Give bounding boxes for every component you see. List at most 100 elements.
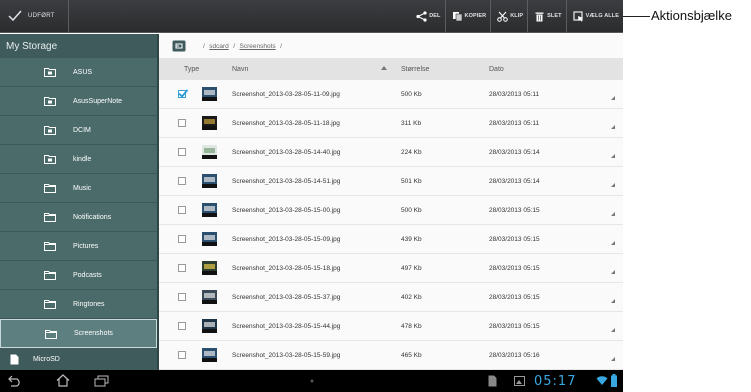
- file-date: 28/03/2013 05:15: [489, 207, 540, 214]
- sidebar-item-asus[interactable]: ASUS: [0, 58, 157, 87]
- cut-button[interactable]: KLIP: [490, 0, 527, 32]
- table-row[interactable]: Screenshot_2013-03-28-05-15-37.jpg 402 Kb…: [159, 283, 623, 312]
- image-thumbnail-icon: [202, 203, 217, 217]
- row-corner-indicator: [611, 328, 615, 332]
- file-date: 28/03/2013 05:15: [489, 265, 540, 272]
- file-list-pane: / sdcard / Screenshots / Type Navn Størr…: [159, 34, 623, 370]
- file-date: 28/03/2013 05:15: [489, 236, 540, 243]
- image-thumbnail-icon: [202, 232, 217, 246]
- table-row[interactable]: Screenshot_2013-03-28-05-11-18.jpg 311 Kb…: [159, 109, 623, 138]
- table-row[interactable]: Screenshot_2013-03-28-05-15-00.jpg 500 Kb…: [159, 196, 623, 225]
- column-date[interactable]: Dato: [489, 66, 504, 73]
- file-name: Screenshot_2013-03-28-05-11-18.jpg: [232, 120, 340, 127]
- file-date: 28/03/2013 05:14: [489, 178, 540, 185]
- row-checkbox[interactable]: [178, 89, 188, 98]
- file-date: 28/03/2013 05:16: [489, 352, 540, 359]
- sidebar-item-ringtones[interactable]: Ringtones: [0, 290, 157, 319]
- table-row[interactable]: Screenshot_2013-03-28-05-15-09.jpg 439 Kb…: [159, 225, 623, 254]
- table-row[interactable]: Screenshot_2013-03-28-05-14-51.jpg 501 Kb…: [159, 167, 623, 196]
- sidebar-item-music[interactable]: Music: [0, 174, 157, 203]
- file-size: 497 Kb: [401, 265, 422, 272]
- breadcrumb-sep: /: [280, 42, 282, 50]
- folder-icon: [44, 271, 56, 280]
- wifi-icon: [596, 376, 608, 385]
- menu-dot-icon[interactable]: [310, 379, 314, 383]
- sidebar-item-screenshots[interactable]: Screenshots: [0, 319, 157, 348]
- file-name: Screenshot_2013-03-28-05-11-09.jpg: [232, 91, 340, 98]
- trash-icon: [535, 12, 544, 21]
- row-corner-indicator: [611, 183, 615, 187]
- share-icon: [416, 10, 427, 22]
- select-all-button[interactable]: VÆLG ALLE: [565, 0, 623, 32]
- sidebar-item-label: AsusSuperNote: [73, 97, 123, 105]
- table-row[interactable]: Screenshot_2013-03-28-05-11-09.jpg 500 Kb…: [159, 80, 623, 109]
- storage-home-icon[interactable]: [172, 40, 186, 52]
- sidebar-item-microsd[interactable]: MicroSD: [0, 348, 157, 370]
- copy-button[interactable]: KOPIER: [444, 0, 491, 32]
- sidebar-item-notifications[interactable]: Notifications: [0, 203, 157, 232]
- column-size[interactable]: Størrelse: [401, 66, 429, 73]
- file-date: 28/03/2013 05:14: [489, 149, 540, 156]
- share-button[interactable]: DEL: [410, 0, 444, 32]
- image-thumbnail-icon: [202, 87, 217, 101]
- row-checkbox[interactable]: [178, 206, 186, 214]
- folder-sync-icon: [44, 97, 56, 106]
- recent-apps-icon[interactable]: [94, 375, 109, 387]
- file-size: 311 Kb: [401, 120, 422, 127]
- row-checkbox[interactable]: [178, 293, 186, 301]
- file-size: 224 Kb: [401, 149, 422, 156]
- table-row[interactable]: Screenshot_2013-03-28-05-14-40.jpg 224 Kb…: [159, 138, 623, 167]
- folder-sync-icon: [44, 68, 56, 77]
- row-checkbox[interactable]: [178, 264, 186, 272]
- table-row[interactable]: Screenshot_2013-03-28-05-15-18.jpg 497 Kb…: [159, 254, 623, 283]
- folder-icon: [44, 184, 56, 193]
- sidebar-item-podcasts[interactable]: Podcasts: [0, 261, 157, 290]
- sidebar-item-dcim[interactable]: DCIM: [0, 116, 157, 145]
- done-button[interactable]: UDFØRT: [0, 0, 69, 32]
- file-name: Screenshot_2013-03-28-05-15-18.jpg: [232, 265, 341, 272]
- row-checkbox[interactable]: [178, 148, 186, 156]
- folder-icon: [44, 300, 56, 309]
- sidebar-item-asussupernote[interactable]: AsusSuperNote: [0, 87, 157, 116]
- row-checkbox[interactable]: [178, 235, 186, 243]
- image-thumbnail-icon: [202, 116, 217, 130]
- sidebar-item-label: MicroSD: [33, 355, 60, 363]
- file-name: Screenshot_2013-03-28-05-15-37.jpg: [232, 294, 341, 301]
- sidebar-item-kindle[interactable]: kindle: [0, 145, 157, 174]
- checkmark-icon: [8, 10, 22, 22]
- row-checkbox[interactable]: [178, 177, 186, 185]
- image-thumbnail-icon: [202, 145, 217, 159]
- sidebar-item-label: Notifications: [73, 213, 112, 221]
- image-thumbnail-icon: [202, 174, 217, 188]
- file-date: 28/03/2013 05:11: [489, 91, 540, 98]
- row-checkbox[interactable]: [178, 119, 186, 127]
- delete-button[interactable]: SLET: [527, 0, 565, 32]
- file-size: 465 Kb: [401, 352, 422, 359]
- file-date: 28/03/2013 05:15: [489, 323, 540, 330]
- file-name: Screenshot_2013-03-28-05-15-59.jpg: [232, 352, 341, 359]
- table-row[interactable]: Screenshot_2013-03-28-05-15-59.jpg 465 Kb…: [159, 341, 623, 370]
- folder-sync-icon: [44, 155, 56, 164]
- table-row[interactable]: Screenshot_2013-03-28-05-15-44.jpg 478 Kb…: [159, 312, 623, 341]
- row-corner-indicator: [611, 241, 615, 245]
- breadcrumb-screenshots[interactable]: Screenshots: [240, 43, 276, 50]
- copy-label: KOPIER: [464, 13, 487, 19]
- back-icon[interactable]: [8, 375, 22, 387]
- file-name: Screenshot_2013-03-28-05-14-40.jpg: [232, 149, 341, 156]
- row-checkbox[interactable]: [178, 351, 186, 359]
- row-checkbox[interactable]: [178, 322, 186, 330]
- image-thumbnail-icon: [202, 348, 217, 362]
- breadcrumb-sdcard[interactable]: sdcard: [209, 43, 229, 50]
- file-name: Screenshot_2013-03-28-05-15-44.jpg: [232, 323, 341, 330]
- file-size: 478 Kb: [401, 323, 422, 330]
- file-date: 28/03/2013 05:15: [489, 294, 540, 301]
- file-name: Screenshot_2013-03-28-05-15-09.jpg: [232, 236, 341, 243]
- column-name[interactable]: Navn: [232, 66, 248, 73]
- file-size: 500 Kb: [401, 207, 422, 214]
- file-name: Screenshot_2013-03-28-05-14-51.jpg: [232, 178, 341, 185]
- sidebar-item-label: Ringtones: [73, 300, 105, 308]
- column-type[interactable]: Type: [184, 66, 199, 73]
- home-icon[interactable]: [56, 374, 70, 387]
- sidebar-item-label: kindle: [73, 155, 92, 163]
- sidebar-item-pictures[interactable]: Pictures: [0, 232, 157, 261]
